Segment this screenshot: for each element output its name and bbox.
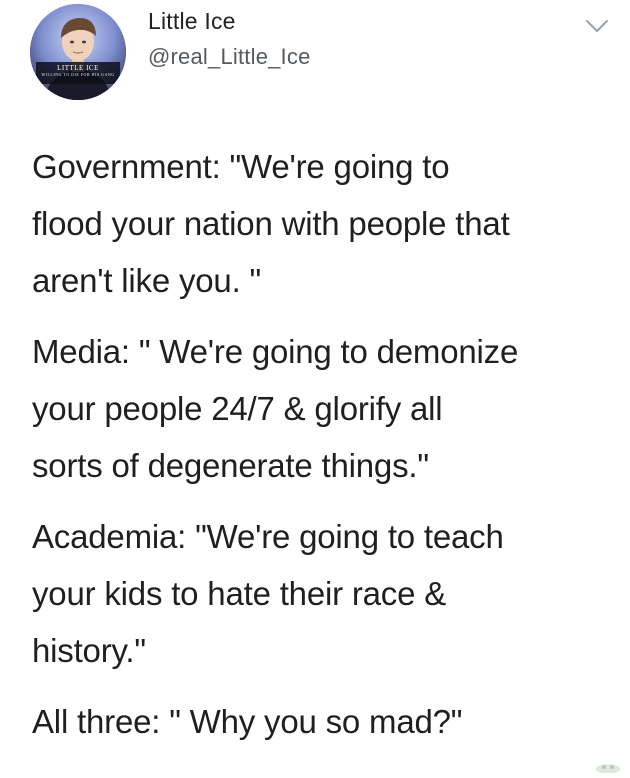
tweet-header: LITTLE ICE WILLING TO DIE FOR HIS GANG L… <box>30 0 620 110</box>
tweet-text: Government: "We're going to flood your n… <box>32 138 612 764</box>
avatar-caption: LITTLE ICE WILLING TO DIE FOR HIS GANG <box>30 64 126 77</box>
tweet-menu-button[interactable] <box>584 16 610 36</box>
tweet-paragraph-media: Media: " We're going to demonize your pe… <box>32 333 519 484</box>
author-display-name[interactable]: Little Ice <box>148 8 236 35</box>
chevron-down-icon <box>586 20 608 32</box>
author-handle[interactable]: @real_Little_Ice <box>148 44 311 70</box>
avatar-caption-title: LITTLE ICE <box>57 64 99 72</box>
avatar-caption-subtitle: WILLING TO DIE FOR HIS GANG <box>41 72 115 77</box>
tweet-paragraph-all-three: All three: " Why you so mad?" <box>32 703 463 740</box>
avatar[interactable]: LITTLE ICE WILLING TO DIE FOR HIS GANG <box>30 4 126 100</box>
tweet-paragraph-academia: Academia: "We're going to teach your kid… <box>32 518 504 669</box>
tweet-paragraph-government: Government: "We're going to flood your n… <box>32 148 510 299</box>
avatar-image <box>30 4 126 100</box>
tweet-card: LITTLE ICE WILLING TO DIE FOR HIS GANG L… <box>0 0 630 774</box>
watermark-icon <box>594 759 622 774</box>
